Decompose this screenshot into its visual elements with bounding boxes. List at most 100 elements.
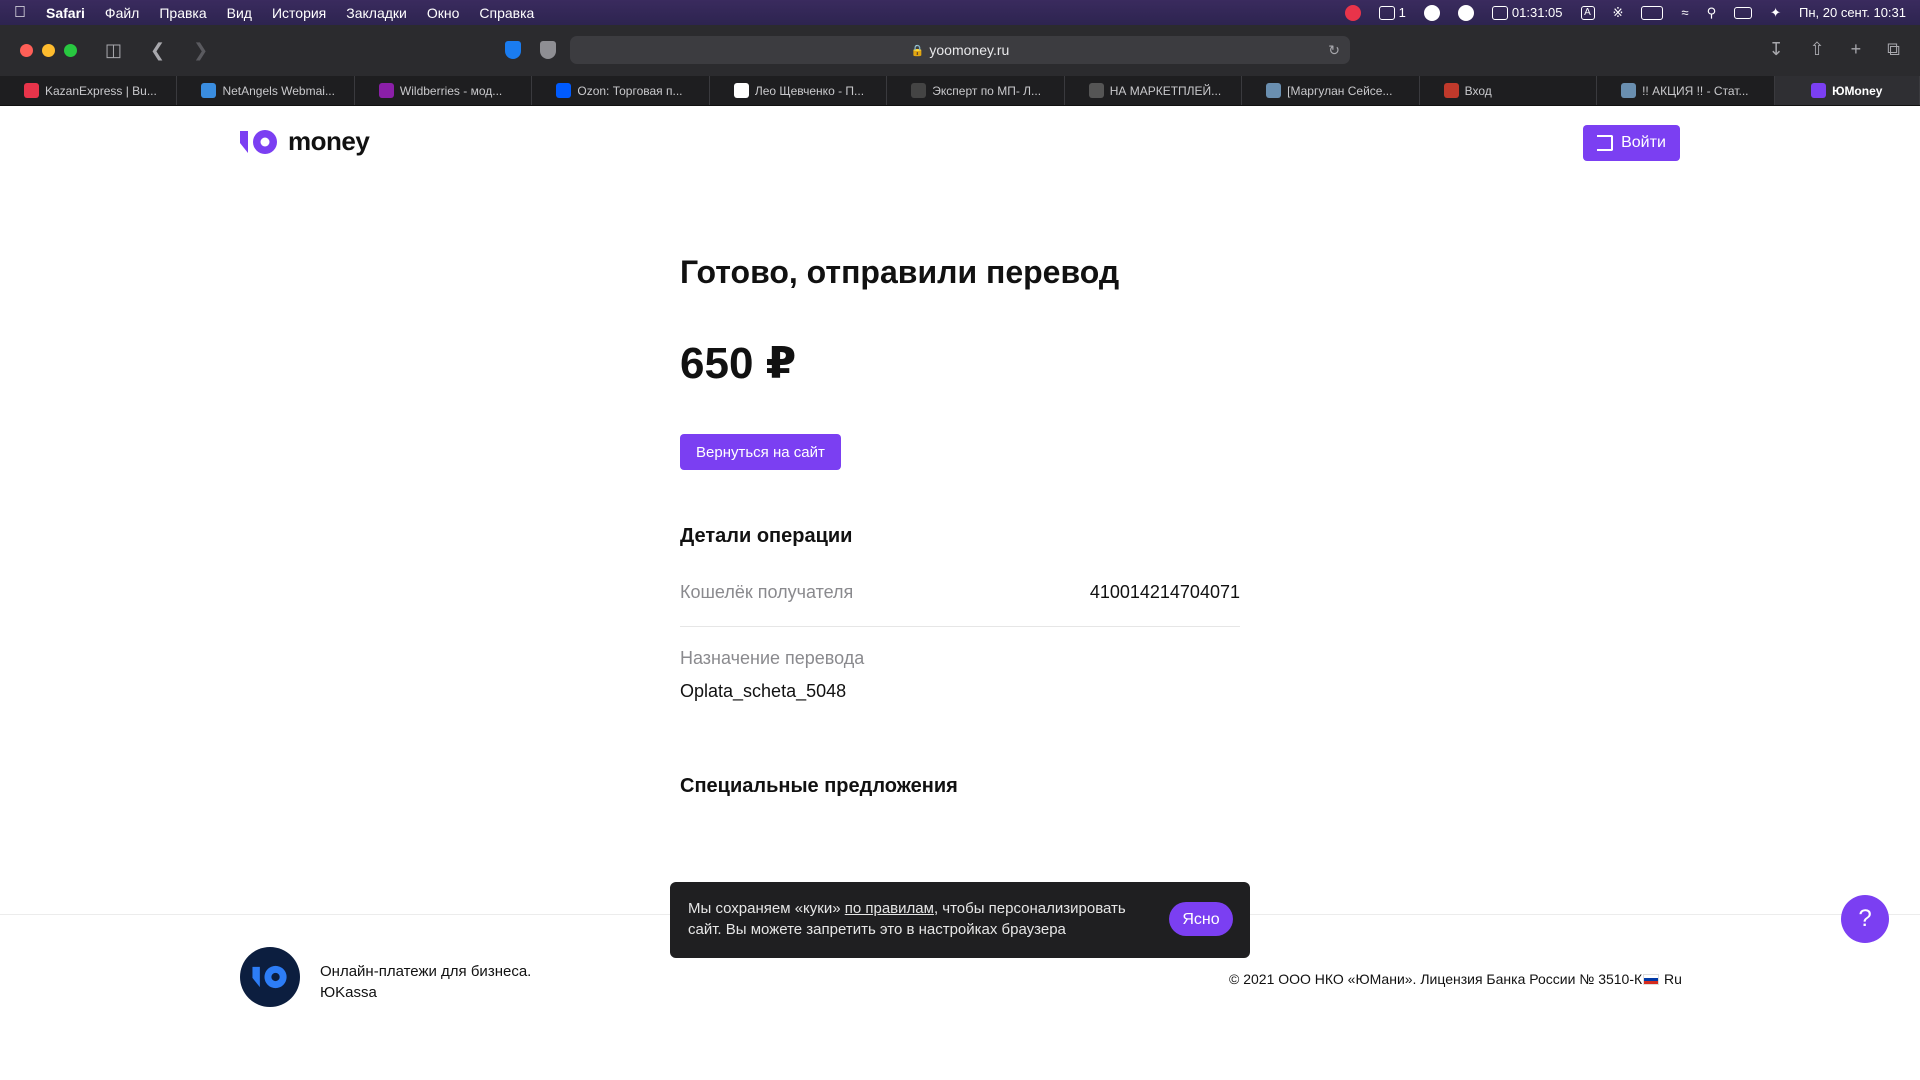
wallet-row: Кошелёк получателя 410014214704071	[680, 559, 1240, 627]
control-center-icon[interactable]	[1734, 6, 1753, 19]
return-to-site-button[interactable]: Вернуться на сайт	[680, 434, 841, 470]
footer-tagline[interactable]: Онлайн-платежи для бизнеса. ЮKassa	[320, 961, 531, 1003]
menu-item-view[interactable]: Вид	[227, 5, 252, 21]
macos-menu-bar:  Safari Файл Правка Вид История Закладк…	[0, 0, 1920, 25]
browser-tab[interactable]: !! АКЦИЯ !! - Стат...	[1597, 76, 1775, 105]
footer-tagline-line1: Онлайн-платежи для бизнеса.	[320, 963, 532, 980]
menu-item-history[interactable]: История	[272, 5, 326, 21]
timer-status[interactable]: 01:31:05	[1491, 5, 1563, 20]
transfer-amount: 650 ₽	[680, 339, 797, 388]
login-icon	[1597, 135, 1614, 151]
timer-text: 01:31:05	[1511, 5, 1563, 20]
tab-overview-icon[interactable]: ⧉	[1887, 39, 1900, 60]
menubar-datetime[interactable]: Пн, 20 сент. 10:31	[1799, 5, 1906, 20]
close-window-button[interactable]	[20, 44, 33, 57]
kazanexpress-favicon-icon	[24, 83, 39, 98]
back-icon[interactable]: ❮	[150, 40, 165, 61]
logo-text: money	[288, 126, 370, 156]
wildberries-favicon-icon	[378, 83, 394, 98]
login-label: Войти	[1621, 134, 1666, 151]
wifi-icon[interactable]: ≈	[1681, 5, 1688, 20]
status-area: 1 01:31:05 A ※ ≈ ⚲ ✦ Пн, 20 сент. 10:31	[1344, 4, 1906, 21]
menu-item-file[interactable]: Файл	[105, 5, 139, 21]
special-offers-heading: Специальные предложения	[680, 775, 958, 797]
badge-count: 1	[1398, 5, 1406, 20]
keyboard-layout-icon[interactable]: A	[1580, 5, 1595, 20]
cookie-accept-button[interactable]: Ясно	[1169, 902, 1233, 936]
downloads-icon[interactable]: ↧	[1768, 39, 1783, 60]
tab-label: NetAngels Webmai...	[222, 83, 335, 98]
browser-tab[interactable]: Вход	[1420, 76, 1598, 105]
browser-tab[interactable]: Wildberries - мод...	[355, 76, 533, 105]
tab-label: [Маргулан Сейсе...	[1287, 83, 1393, 98]
spotlight-search-icon[interactable]: ⚲	[1707, 5, 1717, 21]
privacy-shield-icon[interactable]	[540, 41, 556, 59]
purpose-value: Oplata_scheta_5048	[680, 681, 847, 701]
browser-tab[interactable]: НА МАРКЕТПЛЕЙ...	[1065, 76, 1243, 105]
menu-item-edit[interactable]: Правка	[159, 5, 206, 21]
netangels-favicon-icon	[201, 83, 217, 98]
minimize-window-button[interactable]	[42, 44, 55, 57]
cookie-text-before: Мы сохраняем «куки»	[688, 900, 845, 917]
siri-icon[interactable]: ✦	[1770, 5, 1781, 21]
image-favicon-icon	[1266, 83, 1282, 98]
browser-tab[interactable]: Лео Щевченко - П...	[710, 76, 888, 105]
reload-icon[interactable]: ↻	[1328, 42, 1340, 59]
transfer-result: Готово, отправили перевод 650 ₽ Вернутьс…	[680, 252, 1240, 798]
browser-tab[interactable]: NetAngels Webmai...	[177, 76, 355, 105]
tab-label: Вход	[1464, 83, 1492, 98]
window-controls	[20, 44, 77, 57]
yoomoney-logo-icon	[240, 129, 277, 154]
tab-label: НА МАРКЕТПЛЕЙ...	[1109, 83, 1222, 98]
share-icon[interactable]: ⇧	[1810, 39, 1825, 60]
cookie-banner: Мы сохраняем «куки» по правилам, чтобы п…	[670, 882, 1250, 958]
menu-item-bookmarks[interactable]: Закладки	[346, 5, 407, 21]
wallet-label: Кошелёк получателя	[680, 582, 854, 602]
lock-icon: 🔒	[910, 44, 925, 57]
check-status-icon[interactable]	[1423, 4, 1440, 21]
browser-toolbar: ◫ ❮ ❯ 🔒 yoomoney.ru ↻ ↧ ⇧ + ⧉	[0, 25, 1920, 76]
adblock-shield-icon[interactable]	[505, 41, 521, 59]
help-button[interactable]: ?	[1841, 895, 1889, 943]
tab-label: KazanExpress | Bu...	[45, 83, 157, 98]
zoom-window-button[interactable]	[64, 44, 77, 57]
ozon-favicon-icon	[556, 83, 572, 98]
browser-tab[interactable]: Ozon: Торговая п...	[532, 76, 710, 105]
address-url: yoomoney.ru	[929, 42, 1010, 58]
browser-tab[interactable]: [Маргулан Сейсе...	[1242, 76, 1420, 105]
browser-tab[interactable]: Эксперт по МП- Л...	[887, 76, 1065, 105]
tab-label: Wildberries - мод...	[399, 83, 503, 98]
wallet-value: 410014214704071	[1089, 582, 1240, 602]
login-button[interactable]: Войти	[1583, 125, 1680, 161]
menu-item-help[interactable]: Справка	[479, 5, 534, 21]
google-favicon-icon	[733, 83, 749, 98]
browser-tab[interactable]: ЮMoney	[1774, 76, 1920, 105]
tab-label: Лео Щевченко - П...	[754, 83, 865, 98]
forward-icon[interactable]: ❯	[193, 40, 208, 61]
apple-icon[interactable]: 	[14, 4, 26, 22]
instagram-favicon-icon	[911, 83, 927, 98]
toolbar-actions: ↧ ⇧ + ⧉	[1768, 39, 1900, 60]
browser-tab[interactable]: KazanExpress | Bu...	[0, 76, 178, 105]
bluetooth-icon[interactable]: ※	[1613, 5, 1624, 21]
menu-app-name[interactable]: Safari	[46, 5, 85, 21]
menu-item-window[interactable]: Окно	[427, 5, 460, 21]
battery-icon[interactable]	[1641, 5, 1664, 20]
tab-label: Ozon: Торговая п...	[577, 83, 683, 98]
app-status-icon[interactable]: 1	[1378, 5, 1406, 20]
new-tab-icon[interactable]: +	[1851, 39, 1862, 60]
tab-label: ЮMoney	[1832, 83, 1883, 98]
yookassa-logo[interactable]	[240, 947, 300, 1007]
purpose-label: Назначение перевода	[680, 648, 865, 668]
shield-status-icon[interactable]	[1457, 4, 1474, 21]
page-title: Готово, отправили перевод	[680, 254, 1120, 290]
sidebar-toggle-icon[interactable]: ◫	[105, 40, 122, 61]
tab-label: !! АКЦИЯ !! - Стат...	[1642, 83, 1749, 98]
yoomoney-logo[interactable]: money	[240, 126, 370, 157]
cookie-rules-link[interactable]: по правилам	[845, 900, 934, 917]
footer-tagline-line2: ЮKassa	[320, 984, 377, 1001]
language-switcher[interactable]: Ru	[1643, 971, 1682, 987]
footer-copyright: © 2021 ООО НКО «ЮМани». Лицензия Банка Р…	[1229, 971, 1643, 987]
notification-status-icon[interactable]	[1344, 4, 1361, 21]
address-bar[interactable]: 🔒 yoomoney.ru ↻	[570, 36, 1350, 64]
